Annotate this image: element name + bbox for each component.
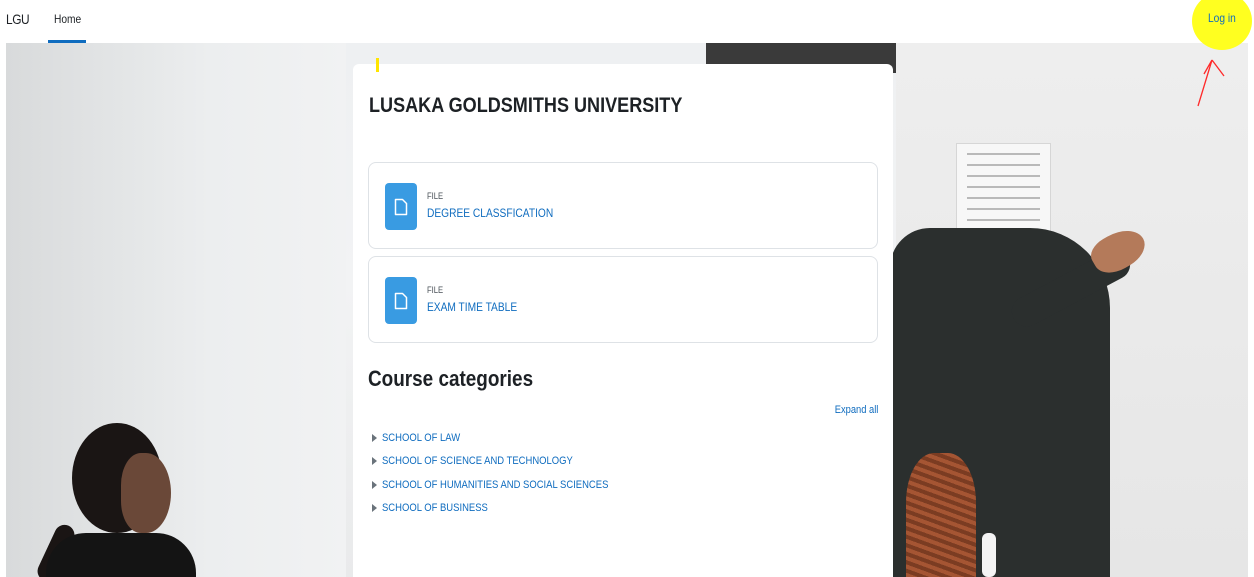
file-icon[interactable] — [385, 183, 417, 230]
caret-right-icon[interactable] — [372, 433, 377, 442]
caret-right-icon[interactable] — [372, 457, 377, 466]
category-link[interactable]: SCHOOL OF HUMANITIES AND SOCIAL SCIENCES — [382, 479, 608, 491]
annotation-arrow-icon — [1197, 59, 1225, 107]
nav-home-label: Home — [54, 12, 82, 26]
category-link[interactable]: SCHOOL OF LAW — [382, 432, 460, 444]
activity-link-exam-time-table[interactable]: EXAM TIME TABLE — [427, 300, 517, 314]
category-link[interactable]: SCHOOL OF BUSINESS — [382, 502, 488, 514]
activity-type-label: FILE — [427, 191, 444, 201]
caret-right-icon[interactable] — [372, 480, 377, 489]
activity-file: FILE EXAM TIME TABLE — [368, 256, 878, 343]
category-item-school-of-law[interactable]: SCHOOL OF LAW — [372, 426, 645, 450]
activity-type-label: FILE — [427, 285, 444, 295]
category-link[interactable]: SCHOOL OF SCIENCE AND TECHNOLOGY — [382, 455, 573, 467]
top-navbar: LGU Home — [0, 0, 1254, 43]
site-brand[interactable]: LGU — [6, 11, 30, 27]
file-icon[interactable] — [385, 277, 417, 324]
category-item-school-of-science-and-technology[interactable]: SCHOOL OF SCIENCE AND TECHNOLOGY — [372, 450, 645, 474]
activity-file: FILE DEGREE CLASSFICATION — [368, 162, 878, 249]
course-categories-heading: Course categories — [368, 366, 534, 391]
category-list: SCHOOL OF LAW SCHOOL OF SCIENCE AND TECH… — [372, 426, 645, 520]
caret-right-icon[interactable] — [372, 504, 377, 513]
activity-link-degree-classfication[interactable]: DEGREE CLASSFICATION — [427, 206, 553, 220]
category-item-school-of-humanities[interactable]: SCHOOL OF HUMANITIES AND SOCIAL SCIENCES — [372, 473, 645, 497]
active-nav-indicator — [48, 40, 86, 43]
login-link[interactable]: Log in — [1208, 11, 1236, 25]
page-title: LUSAKA GOLDSMITHS UNIVERSITY — [369, 94, 683, 117]
category-item-school-of-business[interactable]: SCHOOL OF BUSINESS — [372, 497, 645, 521]
main-content-card: LUSAKA GOLDSMITHS UNIVERSITY FILE DEGREE… — [353, 64, 893, 577]
expand-all-link[interactable]: Expand all — [834, 404, 878, 416]
highlight-tick — [376, 58, 379, 72]
nav-home-link[interactable]: Home — [48, 0, 86, 43]
